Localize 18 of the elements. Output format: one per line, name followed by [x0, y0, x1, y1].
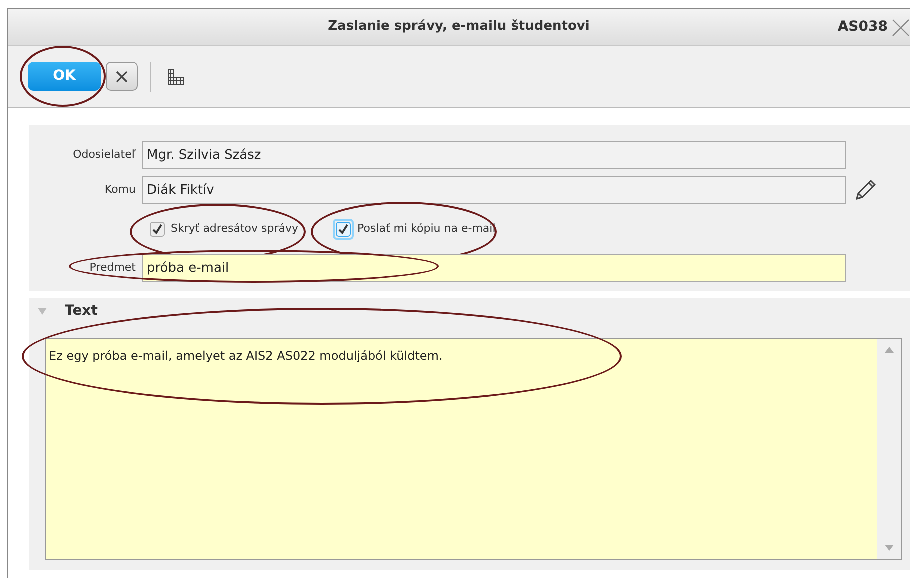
message-text: Ez egy próba e-mail, amelyet az AIS2 AS022 moduljából küldtem.	[48, 348, 444, 365]
pencil-icon[interactable]	[854, 178, 878, 202]
field-label: Odosielateľ	[72, 146, 137, 163]
field-label: Predmet	[88, 260, 137, 276]
checkbox-label: Skryť adresátov správy	[171, 220, 298, 237]
grid-icon[interactable]	[167, 68, 185, 86]
window-code: AS038	[838, 18, 888, 36]
checkbox[interactable]	[150, 222, 165, 236]
input-field[interactable]: Diák Fiktív	[142, 176, 846, 204]
input-field[interactable]: próba e-mail	[142, 254, 846, 282]
section-title: Text	[65, 302, 98, 320]
cancel-button[interactable]	[106, 62, 138, 91]
close-icon[interactable]	[890, 17, 910, 37]
input-field[interactable]: Mgr. Szilvia Szász	[142, 141, 846, 169]
checkbox-label: Poslať mi kópiu na e-mail	[357, 220, 496, 237]
field-label: Komu	[104, 182, 137, 198]
close-icon	[116, 70, 128, 82]
window-title: Zaslanie správy, e-mailu študentovi	[328, 18, 590, 36]
